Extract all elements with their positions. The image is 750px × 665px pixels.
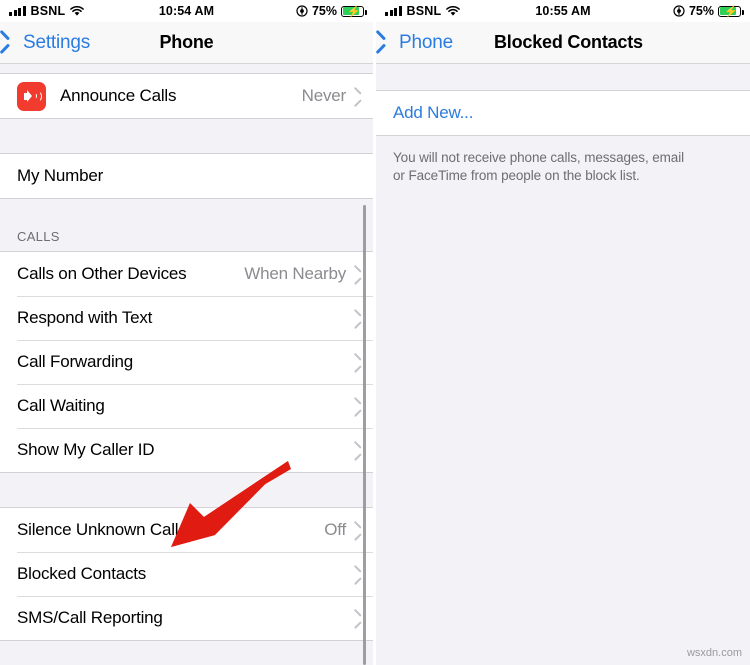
list-top-gap	[376, 64, 750, 90]
group-my-number: My Number	[0, 153, 373, 199]
chevron-left-icon	[8, 33, 19, 52]
list-top-gap	[0, 64, 373, 73]
chevron-right-icon	[354, 311, 362, 325]
status-right-group: 75% ⚡	[296, 4, 367, 18]
battery-charging-icon: ⚡	[341, 5, 367, 17]
add-new-label: Add New...	[393, 103, 474, 122]
row-label: Call Waiting	[17, 396, 105, 415]
chevron-right-icon	[354, 523, 362, 537]
row-label: Show My Caller ID	[17, 440, 155, 459]
group-blocking: Silence Unknown Callers Off Blocked Cont…	[0, 507, 373, 641]
vertical-scrollbar[interactable]	[363, 205, 366, 665]
chevron-right-icon	[354, 399, 362, 413]
group-gap-1	[0, 119, 373, 153]
phone-settings-screen: BSNL 10:54 AM 75% ⚡ Settings Phone Annou…	[0, 0, 373, 665]
nav-bar-right: Phone Blocked Contacts	[376, 22, 750, 64]
settings-list-scroll[interactable]: Announce Calls Never My Number CALLS Cal…	[0, 64, 373, 665]
back-button-phone[interactable]: Phone	[384, 32, 453, 54]
row-label: My Number	[17, 166, 104, 185]
row-label: Call Forwarding	[17, 352, 134, 371]
chevron-right-icon	[354, 567, 362, 581]
page-title: Blocked Contacts	[494, 32, 643, 52]
battery-percent: 75%	[688, 4, 714, 18]
section-header-calls: CALLS	[0, 199, 373, 251]
group-add-new: Add New...	[376, 90, 750, 136]
row-show-my-caller-id[interactable]: Show My Caller ID	[0, 428, 373, 472]
row-call-waiting[interactable]: Call Waiting	[0, 384, 373, 428]
location-services-icon	[296, 5, 308, 17]
row-label: Silence Unknown Callers	[17, 520, 202, 539]
row-value: Never	[301, 86, 347, 105]
chevron-left-icon	[384, 33, 395, 52]
location-services-icon	[673, 5, 685, 17]
back-button-label: Phone	[399, 31, 453, 53]
block-list-footer-note: You will not receive phone calls, messag…	[376, 136, 716, 185]
row-accessory: Never	[302, 86, 373, 106]
row-sms-call-reporting[interactable]: SMS/Call Reporting	[0, 596, 373, 640]
row-label: Announce Calls	[60, 86, 177, 105]
group-gap-2	[0, 473, 373, 507]
speaker-icon	[17, 81, 46, 111]
chevron-right-icon	[354, 355, 362, 369]
back-button-settings[interactable]: Settings	[8, 32, 90, 54]
blocked-contacts-screen: BSNL 10:55 AM 75% ⚡ Phone Blocked Contac…	[376, 0, 750, 665]
chevron-right-icon	[354, 89, 362, 103]
row-label: Respond with Text	[17, 308, 153, 327]
list-bottom-gap	[0, 641, 373, 665]
chevron-right-icon	[354, 267, 362, 281]
row-label: Calls on Other Devices	[17, 264, 187, 283]
row-add-new[interactable]: Add New...	[376, 91, 750, 135]
watermark: wsxdn.com	[686, 647, 742, 659]
row-value: When Nearby	[244, 264, 346, 283]
status-right-group: 75% ⚡	[673, 4, 744, 18]
row-silence-unknown-callers[interactable]: Silence Unknown Callers Off	[0, 508, 373, 552]
row-announce-calls[interactable]: Announce Calls Never	[0, 74, 373, 118]
row-my-number[interactable]: My Number	[0, 154, 373, 198]
chevron-right-icon	[354, 443, 362, 457]
back-button-label: Settings	[23, 31, 91, 53]
group-announce: Announce Calls Never	[0, 73, 373, 119]
screenshot-stage: BSNL 10:54 AM 75% ⚡ Settings Phone Annou…	[0, 0, 750, 665]
row-blocked-contacts[interactable]: Blocked Contacts	[0, 552, 373, 596]
row-call-forwarding[interactable]: Call Forwarding	[0, 340, 373, 384]
group-calls: Calls on Other Devices When Nearby Respo…	[0, 251, 373, 473]
battery-percent: 75%	[311, 4, 337, 18]
blocked-contacts-scroll[interactable]: Add New... You will not receive phone ca…	[376, 64, 750, 665]
row-value: Off	[324, 520, 346, 539]
row-label: SMS/Call Reporting	[17, 608, 163, 627]
nav-bar-left: Settings Phone	[0, 22, 373, 64]
row-accessory: When Nearby	[244, 264, 373, 284]
chevron-right-icon	[354, 611, 362, 625]
battery-charging-icon: ⚡	[718, 5, 744, 17]
status-bar-right: BSNL 10:55 AM 75% ⚡	[376, 0, 750, 22]
row-calls-on-other-devices[interactable]: Calls on Other Devices When Nearby	[0, 252, 373, 296]
row-label: Blocked Contacts	[17, 564, 147, 583]
row-respond-with-text[interactable]: Respond with Text	[0, 296, 373, 340]
status-bar-left: BSNL 10:54 AM 75% ⚡	[0, 0, 373, 22]
